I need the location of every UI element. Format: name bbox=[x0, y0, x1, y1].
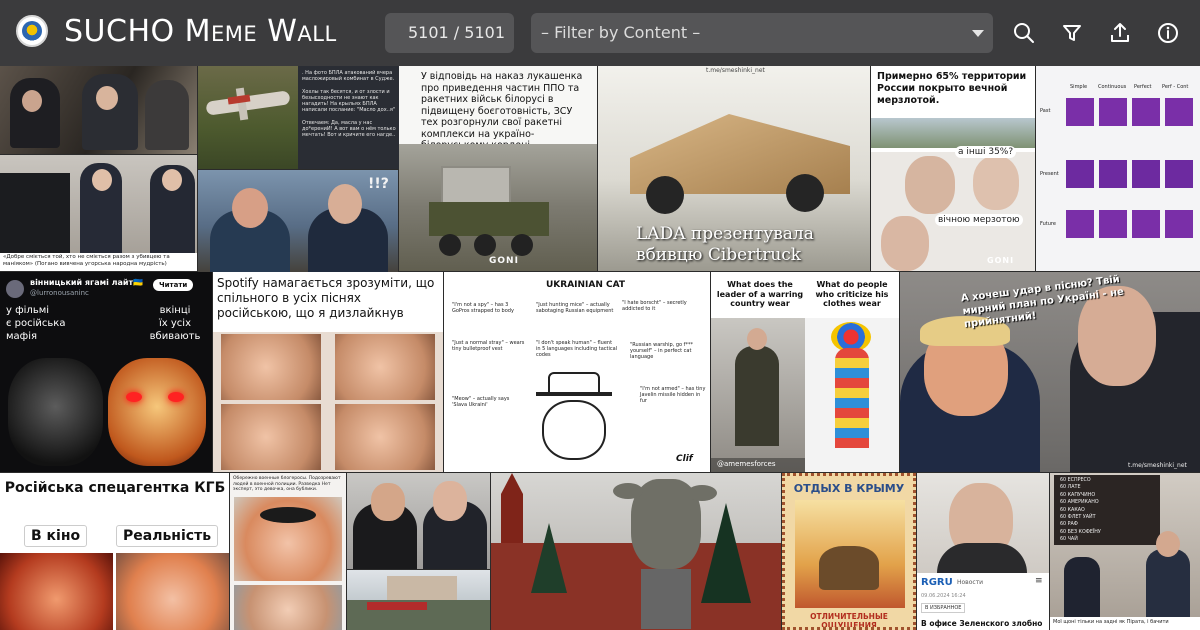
greta-tab: Новости bbox=[957, 579, 984, 586]
cat-title: UKRAINIAN CAT bbox=[546, 280, 626, 290]
cat-signature: Clif bbox=[676, 454, 693, 464]
tense-header-perfect: Perfect bbox=[1134, 84, 1152, 90]
meme-tile-uniform-photo[interactable] bbox=[0, 66, 197, 154]
greta-site-logo: RGRU bbox=[921, 577, 953, 588]
tweet-handle: @lurronousaninc bbox=[30, 289, 89, 297]
cat-note-2: "Just hunting mice" – actually sabotagin… bbox=[536, 302, 614, 314]
cat-note-8: "I'm not armed" – has tiny Javelin missi… bbox=[640, 386, 706, 404]
meme-tile-crimea-poster[interactable]: ОТДЫХ В КРЫМУ ОТЛИЧИТЕЛЬНЫЕ ОЩУЩЕНИЯ bbox=[782, 473, 916, 630]
zelensky-handle: @amemesforces bbox=[717, 460, 776, 468]
drone-post-text: . На фото БПЛА атакований вчера масложир… bbox=[302, 70, 396, 139]
goni-watermark: GONI bbox=[489, 256, 519, 266]
menu-board-list: 60 ЕСПРЕСО 60 ЛАТЕ 60 КАПУЧИНО 60 АМЕРИК… bbox=[1060, 477, 1101, 544]
belarus-text: У відповідь на наказ лукашенка про приве… bbox=[421, 71, 583, 151]
tense-header-continuous: Continuous bbox=[1098, 84, 1127, 90]
meme-tile-kgb-agent[interactable]: Російська спецагентка КГБ В кіно Реальні… bbox=[0, 473, 229, 630]
meme-tile-putin-orban[interactable]: «Добре сміється той, хто не сміється раз… bbox=[0, 155, 197, 271]
tense-header-simple: Simple bbox=[1070, 84, 1088, 90]
meme-tile-trump-putin[interactable]: А хочеш удар в пісню? Твій мирний план п… bbox=[900, 272, 1200, 472]
info-icon[interactable] bbox=[1153, 18, 1183, 48]
cat-note-5: "I don't speak human" – fluent in 5 lang… bbox=[536, 340, 618, 358]
lada-caption: LADA презентувала вбивцю Cibertruck bbox=[636, 224, 814, 265]
coffee-caption: Мої щоні тільки на задні як Пірата, і ба… bbox=[1053, 619, 1169, 625]
cat-note-7: "Meow" – actually says 'Slava Ukraini' bbox=[452, 396, 510, 408]
sucho-logo[interactable] bbox=[16, 15, 48, 47]
trump-watermark: t.me/smeshinki_net bbox=[1128, 462, 1187, 469]
meme-tile-men-talking[interactable]: !!? bbox=[198, 170, 398, 272]
spotify-text: Spotify намагається зрозуміти, що спільн… bbox=[217, 276, 435, 320]
meme-tile-drone-post[interactable]: . На фото БПЛА атакований вчера масложир… bbox=[298, 66, 399, 169]
cat-note-6: "Russian warship, go f*** yourself" – in… bbox=[630, 342, 693, 360]
chevron-down-icon bbox=[972, 30, 984, 37]
meme-wall: «Добре сміється той, хто не сміється раз… bbox=[0, 66, 1200, 630]
cat-note-3: "I hate borscht" – secretly addicted to … bbox=[622, 300, 687, 312]
top-bar: SUCHO Meme Wall 5101 / 5101 – Filter by … bbox=[0, 0, 1200, 66]
goni-watermark-2: GONI bbox=[987, 256, 1015, 265]
meme-tile-zelensky-clothes[interactable]: What does the leader of a warring countr… bbox=[711, 272, 899, 472]
tweet-right-text: вкінці їх усіх вбивають bbox=[149, 305, 201, 342]
tweet-name: вінницький ягамі лайт🇺🇦 bbox=[30, 278, 144, 287]
permafrost-answer: вічною мерзотою bbox=[935, 214, 1023, 226]
greta-bookmark-button[interactable]: В ИЗБРАННОЕ bbox=[921, 603, 966, 613]
kgb-left-label: В кіно bbox=[24, 525, 88, 547]
menu-item: 60 ЛАТЕ bbox=[1060, 485, 1081, 491]
meme-tile-kremlin-gremlin[interactable] bbox=[491, 473, 781, 630]
meme-tile-military-bloggers[interactable]: Обережно военные блогеросы. Подозревают … bbox=[230, 473, 346, 630]
meme-tile-coffee-shop[interactable]: 60 ЕСПРЕСО 60 ЛАТЕ 60 КАПУЧИНО 60 АМЕРИК… bbox=[1050, 473, 1200, 630]
meme-tile-kim-putin[interactable] bbox=[347, 473, 490, 569]
menu-item: 60 КАПУЧИНО bbox=[1060, 492, 1096, 498]
zelensky-right-title: What do people who criticize his clothes… bbox=[815, 280, 889, 308]
menu-item: 60 ЧАЙ bbox=[1060, 537, 1078, 543]
greta-headline: В офисе Зеленского злобно bbox=[921, 619, 1043, 628]
cat-note-1: "I'm not a spy" – has 3 GoPros strapped … bbox=[452, 302, 514, 314]
lada-watermark: t.me/smeshinki_net bbox=[706, 67, 765, 74]
tense-header-perf-cont: Perf - Cont bbox=[1162, 84, 1189, 90]
tense-row-future: Future bbox=[1040, 221, 1056, 227]
exclamation-marks: !!? bbox=[368, 176, 389, 192]
meme-tile-drone-photo[interactable] bbox=[198, 66, 298, 169]
kgb-right-label: Реальність bbox=[116, 525, 219, 547]
item-counter: 5101 / 5101 bbox=[385, 13, 514, 53]
menu-item: 60 ФЛЕТ УАЙТ bbox=[1060, 515, 1096, 521]
kgb-title: Російська спецагентка КГБ bbox=[4, 480, 226, 496]
tense-row-past: Past bbox=[1040, 108, 1051, 114]
content-filter-select[interactable]: – Filter by Content – bbox=[531, 13, 993, 53]
menu-item: 60 ЕСПРЕСО bbox=[1060, 478, 1091, 483]
meme-tile-english-tenses[interactable]: Simple Continuous Perfect Perf - Cont Pa… bbox=[1036, 66, 1200, 271]
tense-row-present: Present bbox=[1040, 171, 1059, 177]
greta-date: 09.06.2024 16:24 bbox=[921, 593, 966, 599]
meme-tile-belarus-rockets[interactable]: У відповідь на наказ лукашенка про приве… bbox=[399, 66, 597, 271]
bloggers-post-text: Обережно военные блогеросы. Подозревают … bbox=[233, 476, 341, 492]
permafrost-headline: Примерно 65% территории России покрыто в… bbox=[877, 71, 1027, 106]
crimea-bottom-text: ОТЛИЧИТЕЛЬНЫЕ ОЩУЩЕНИЯ bbox=[810, 612, 888, 630]
zelensky-left-title: What does the leader of a warring countr… bbox=[716, 280, 804, 308]
meme-tile-permafrost[interactable]: Примерно 65% территории России покрыто в… bbox=[871, 66, 1035, 271]
menu-item: 60 БЕЗ КОФЕЇНУ bbox=[1060, 529, 1101, 535]
meme-tile-spotify[interactable]: Spotify намагається зрозуміти, що спільн… bbox=[213, 272, 443, 472]
tweet-read-button[interactable]: Читати bbox=[153, 279, 194, 291]
hamburger-menu-icon: ≡ bbox=[1035, 576, 1043, 586]
search-icon[interactable] bbox=[1009, 18, 1039, 48]
putin-orban-caption: «Добре сміється той, хто не сміється раз… bbox=[3, 254, 170, 267]
menu-item: 60 КАКАО bbox=[1060, 507, 1085, 513]
filter-placeholder: – Filter by Content – bbox=[541, 23, 701, 42]
tweet-left-text: у фільмі є російська мафія bbox=[6, 305, 66, 342]
meme-tile-greta[interactable]: RGRU Новости ≡ 09.06.2024 16:24 В ИЗБРАН… bbox=[917, 473, 1049, 630]
menu-item: 60 РАФ bbox=[1060, 522, 1078, 528]
cat-note-4: "Just a normal stray" – wears tiny bulle… bbox=[452, 340, 525, 352]
meme-tile-ukrainian-cat[interactable]: UKRAINIAN CAT "I'm not a spy" – has 3 Go… bbox=[444, 272, 710, 472]
permafrost-question: а інші 35%? bbox=[955, 146, 1017, 158]
crimea-title: ОТДЫХ В КРЫМУ bbox=[793, 482, 905, 495]
upload-icon[interactable] bbox=[1105, 18, 1135, 48]
app-title: SUCHO Meme Wall bbox=[64, 14, 337, 49]
filter-icon[interactable] bbox=[1057, 18, 1087, 48]
menu-item: 60 АМЕРИКАНО bbox=[1060, 500, 1099, 506]
meme-tile-tweet[interactable]: вінницький ягамі лайт🇺🇦 @lurronousaninc … bbox=[0, 272, 212, 472]
meme-tile-lada-cybertruck[interactable]: t.me/smeshinki_net LADA презентувала вби… bbox=[598, 66, 870, 271]
meme-tile-parade[interactable] bbox=[347, 570, 490, 630]
